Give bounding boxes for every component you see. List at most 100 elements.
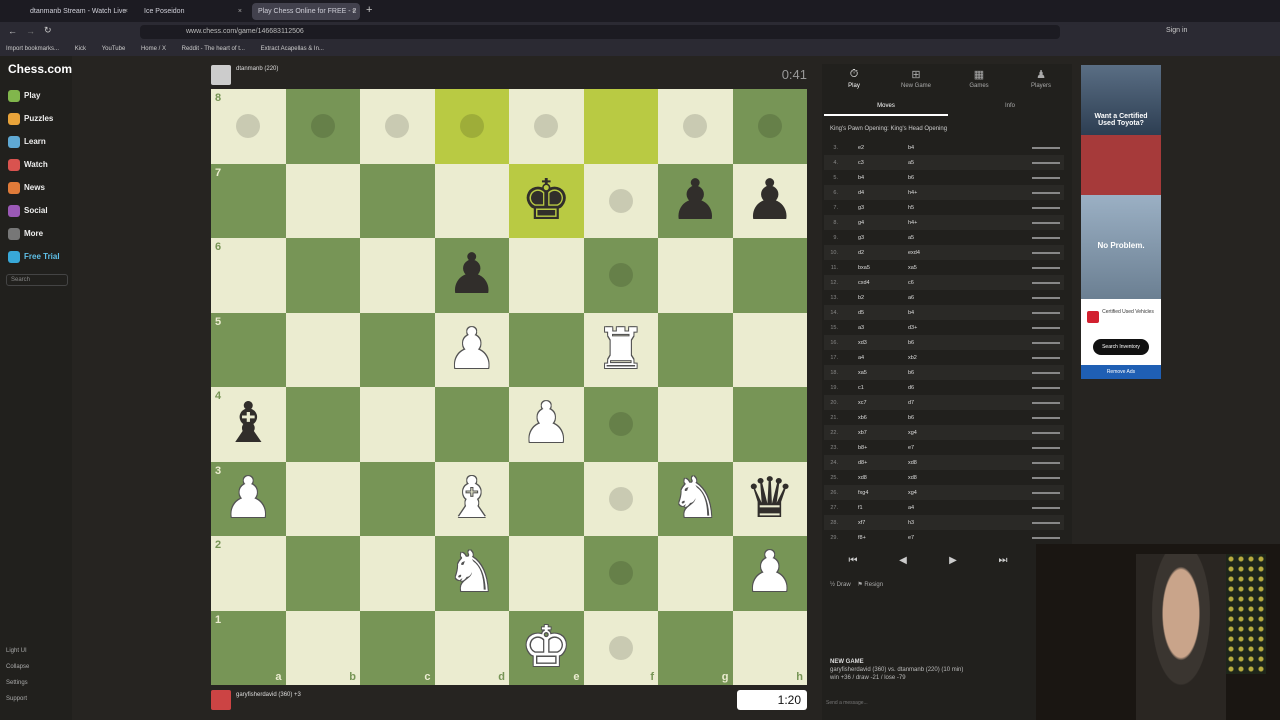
square-b4[interactable] bbox=[285, 387, 360, 462]
legal-move-dot[interactable] bbox=[236, 114, 261, 139]
white-move[interactable]: cxd4 bbox=[858, 279, 908, 287]
black-move[interactable]: e7 bbox=[908, 444, 958, 452]
black-move[interactable]: h3 bbox=[908, 519, 958, 527]
bookmark[interactable]: Import bookmarks... bbox=[6, 46, 59, 52]
white-move[interactable]: xd8 bbox=[858, 474, 908, 482]
square-c8[interactable] bbox=[360, 89, 435, 164]
square-d3[interactable]: ♝ bbox=[434, 461, 510, 537]
nav-play[interactable]: Play bbox=[8, 87, 40, 105]
black-move[interactable]: h4+ bbox=[908, 219, 958, 227]
square-h2[interactable]: ♟ bbox=[732, 536, 808, 611]
top-player-info[interactable]: dtanmanb (220) bbox=[236, 66, 278, 72]
black-move[interactable]: b6 bbox=[908, 174, 958, 182]
square-b7[interactable] bbox=[285, 163, 360, 238]
square-f7[interactable] bbox=[583, 163, 658, 238]
white-move[interactable]: b4 bbox=[858, 174, 908, 182]
white-pawn-piece[interactable]: ♟ bbox=[435, 313, 510, 388]
tab-play[interactable]: ⏱ Play bbox=[824, 68, 884, 89]
square-d8[interactable] bbox=[434, 89, 509, 164]
ad-cta-button[interactable]: Search Inventory bbox=[1093, 339, 1149, 355]
white-pawn-piece[interactable]: ♟ bbox=[509, 387, 584, 462]
square-a1[interactable]: 1a bbox=[211, 610, 286, 685]
square-a7[interactable]: 7 bbox=[211, 163, 286, 238]
legal-move-dot[interactable] bbox=[608, 263, 633, 288]
nav-free-trial[interactable]: Free Trial bbox=[8, 248, 60, 266]
square-d6[interactable]: ♟ bbox=[434, 238, 509, 313]
ad-banner[interactable]: Want a Certified Used Toyota? No Problem… bbox=[1081, 65, 1161, 379]
black-move[interactable]: b6 bbox=[908, 369, 958, 377]
browser-tab[interactable]: dtanmanb Stream - Watch Live × bbox=[24, 3, 132, 20]
light-ui-link[interactable]: Light UI bbox=[6, 648, 27, 654]
square-d1[interactable]: d bbox=[434, 610, 509, 685]
reload-icon[interactable]: ↻ bbox=[44, 25, 52, 36]
white-move[interactable]: b8+ bbox=[858, 444, 908, 452]
black-king-piece[interactable]: ♚ bbox=[509, 164, 584, 239]
back-icon[interactable]: ← bbox=[8, 26, 17, 36]
white-move[interactable]: d4 bbox=[858, 189, 908, 197]
legal-move-dot[interactable] bbox=[608, 188, 633, 213]
square-d5[interactable]: ♟ bbox=[434, 312, 510, 388]
white-move[interactable]: xc7 bbox=[858, 399, 908, 407]
black-move[interactable]: h4+ bbox=[908, 189, 958, 197]
white-move[interactable]: bxa5 bbox=[858, 264, 908, 272]
opening-name[interactable]: King's Pawn Opening: King's Head Opening bbox=[830, 126, 947, 132]
close-icon[interactable]: × bbox=[352, 3, 356, 20]
white-knight-piece[interactable]: ♞ bbox=[658, 462, 733, 537]
legal-move-dot[interactable] bbox=[608, 561, 633, 586]
bookmark[interactable]: YouTube bbox=[102, 46, 126, 52]
square-c4[interactable] bbox=[360, 387, 435, 462]
square-g5[interactable] bbox=[658, 312, 733, 387]
square-d4[interactable] bbox=[434, 387, 509, 462]
close-icon[interactable]: × bbox=[124, 3, 128, 20]
tab-games[interactable]: ▦ Games bbox=[949, 68, 1009, 89]
square-f8[interactable] bbox=[583, 89, 658, 164]
black-move[interactable]: exd4 bbox=[908, 249, 958, 257]
sign-in-link[interactable]: Sign in bbox=[1166, 27, 1187, 34]
bookmark[interactable]: Home / X bbox=[141, 46, 166, 52]
close-icon[interactable]: × bbox=[238, 3, 242, 20]
forward-icon[interactable]: → bbox=[26, 26, 35, 36]
black-move[interactable]: a5 bbox=[908, 159, 958, 167]
black-move[interactable]: xg4 bbox=[908, 429, 958, 437]
square-g4[interactable] bbox=[658, 387, 733, 462]
legal-move-dot[interactable] bbox=[310, 114, 335, 139]
white-move[interactable]: d8+ bbox=[858, 459, 908, 467]
white-pawn-piece[interactable]: ♟ bbox=[211, 462, 286, 537]
white-bishop-piece[interactable]: ♝ bbox=[435, 462, 510, 537]
next-move-button[interactable]: ▶ bbox=[933, 550, 973, 572]
black-move[interactable]: xg4 bbox=[908, 489, 958, 497]
black-move[interactable]: d7 bbox=[908, 399, 958, 407]
collapse-link[interactable]: Collapse bbox=[6, 664, 29, 670]
resign-button[interactable]: ⚑ Resign bbox=[857, 582, 883, 588]
square-c7[interactable] bbox=[360, 163, 435, 238]
nav-learn[interactable]: Learn bbox=[8, 133, 46, 151]
black-queen-piece[interactable]: ♛ bbox=[733, 462, 808, 537]
square-e6[interactable] bbox=[509, 238, 584, 313]
black-bishop-piece[interactable]: ♝ bbox=[211, 387, 286, 462]
square-c2[interactable] bbox=[360, 536, 435, 611]
square-h1[interactable]: h bbox=[732, 610, 807, 685]
white-move[interactable]: a3 bbox=[858, 324, 908, 332]
square-a8[interactable]: 8 bbox=[211, 89, 286, 164]
white-move[interactable]: c1 bbox=[858, 384, 908, 392]
white-pawn-piece[interactable]: ♟ bbox=[733, 536, 808, 611]
white-move[interactable]: xd3 bbox=[858, 339, 908, 347]
square-e7[interactable]: ♚ bbox=[509, 163, 584, 239]
nav-puzzles[interactable]: Puzzles bbox=[8, 110, 53, 128]
legal-move-dot[interactable] bbox=[683, 114, 708, 139]
square-c3[interactable] bbox=[360, 461, 435, 536]
square-b1[interactable]: b bbox=[285, 610, 360, 685]
support-link[interactable]: Support bbox=[6, 696, 27, 702]
nav-watch[interactable]: Watch bbox=[8, 156, 48, 174]
black-move[interactable]: a5 bbox=[908, 234, 958, 242]
square-b5[interactable] bbox=[285, 312, 360, 387]
legal-move-dot[interactable] bbox=[608, 412, 633, 437]
square-e3[interactable] bbox=[509, 461, 584, 536]
tab-new-game[interactable]: ⊞ New Game bbox=[886, 68, 946, 89]
black-pawn-piece[interactable]: ♟ bbox=[658, 164, 733, 239]
square-g7[interactable]: ♟ bbox=[658, 163, 733, 239]
white-move[interactable]: d2 bbox=[858, 249, 908, 257]
draw-button[interactable]: ½ Draw bbox=[830, 582, 851, 588]
browser-tab[interactable]: Ice Poseidon × bbox=[138, 3, 246, 20]
square-g1[interactable]: g bbox=[658, 610, 733, 685]
